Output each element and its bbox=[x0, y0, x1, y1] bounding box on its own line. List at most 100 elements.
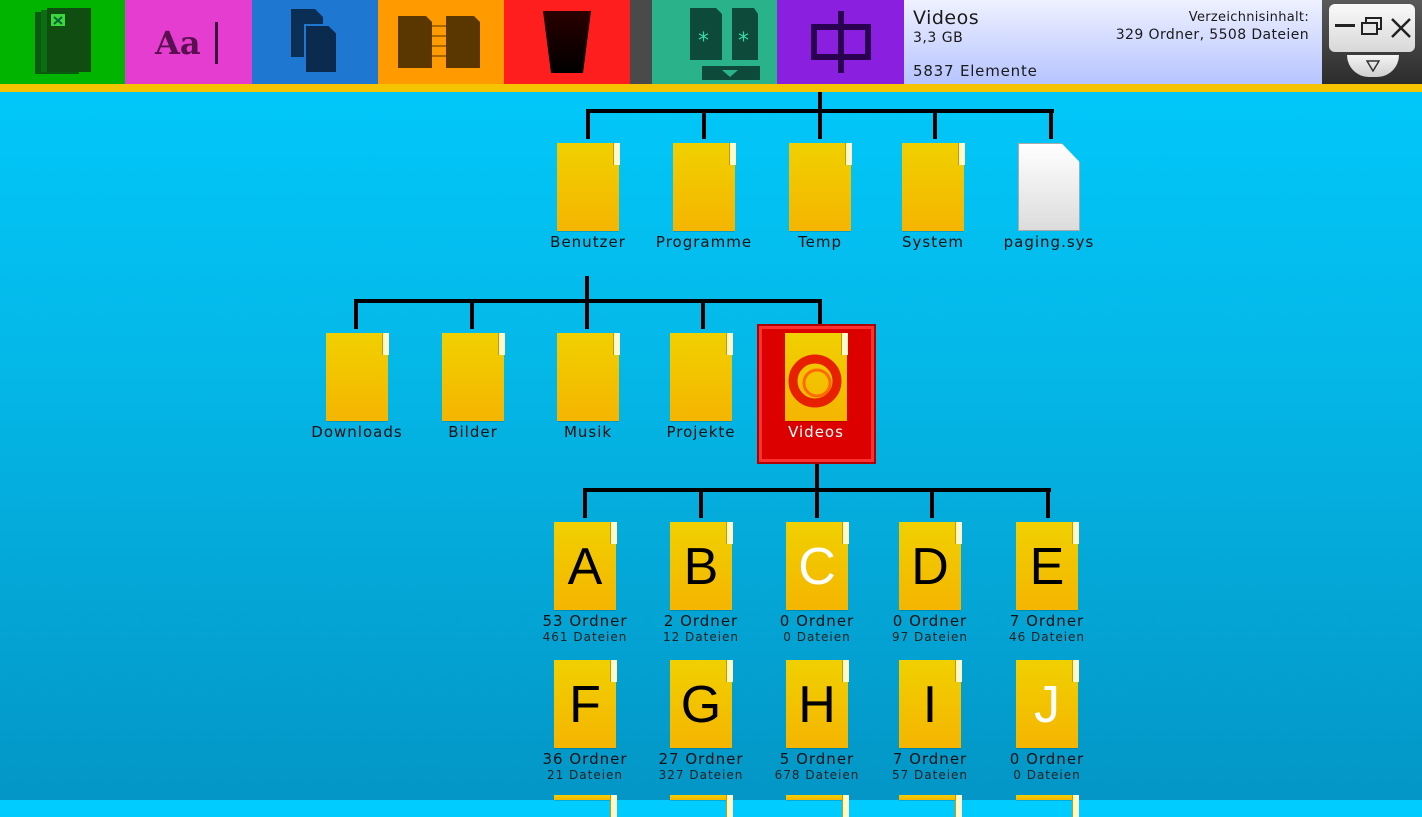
archive-icon: * * bbox=[689, 8, 760, 80]
compare-icon bbox=[398, 16, 480, 68]
close-icon bbox=[1391, 18, 1411, 38]
folder-letter: G bbox=[680, 676, 722, 734]
folder-count: 7 Ordner bbox=[892, 750, 968, 768]
folder-letter-d[interactable]: D 0 Ordner 97 Dateien bbox=[874, 522, 986, 644]
delete-button[interactable] bbox=[504, 0, 630, 84]
font-icon: Aa bbox=[154, 22, 218, 64]
svg-text:*: * bbox=[698, 29, 709, 54]
folder-letter: B bbox=[683, 538, 719, 596]
folder-bilder[interactable]: Bilder bbox=[417, 333, 529, 441]
folder-label: Bilder bbox=[448, 423, 498, 441]
folder-projekte[interactable]: Projekte bbox=[645, 333, 757, 441]
folder-letter-i[interactable]: I 7 Ordner 57 Dateien bbox=[874, 660, 986, 782]
folder-icon bbox=[670, 333, 733, 421]
folder-letter: E bbox=[1029, 538, 1065, 596]
folder-letter-c[interactable]: C 0 Ordner 0 Dateien bbox=[761, 522, 873, 644]
folder-label: Benutzer bbox=[550, 233, 626, 251]
folder-label: Projekte bbox=[666, 423, 736, 441]
folder-icon: I bbox=[899, 660, 962, 748]
file-count: 97 Dateien bbox=[891, 630, 969, 644]
chevron-down-icon bbox=[1366, 60, 1380, 72]
info-panel: Videos 3,3 GB 5837 Elemente Verzeichnisi… bbox=[904, 0, 1322, 84]
excel-button[interactable] bbox=[0, 0, 125, 84]
folder-letter-g[interactable]: G 27 Ordner 327 Dateien bbox=[645, 660, 757, 782]
window-controls bbox=[1322, 0, 1422, 84]
file-count: 0 Dateien bbox=[783, 630, 851, 644]
file-count: 12 Dateien bbox=[662, 630, 740, 644]
folder-label: Downloads bbox=[311, 423, 403, 441]
folder-count: 36 Ordner bbox=[542, 750, 628, 768]
file-count: 327 Dateien bbox=[658, 768, 744, 782]
folder-letter-f[interactable]: F 36 Ordner 21 Dateien bbox=[529, 660, 641, 782]
minimize-button[interactable] bbox=[1335, 24, 1355, 27]
folder-icon: A bbox=[554, 522, 617, 610]
file-paging-sys[interactable]: paging.sys bbox=[993, 143, 1105, 251]
folder-programme[interactable]: Programme bbox=[648, 143, 760, 251]
folder-label: Temp bbox=[798, 233, 842, 251]
folder-letter: F bbox=[569, 676, 601, 734]
folder-system[interactable]: System bbox=[877, 143, 989, 251]
folder-icon: D bbox=[899, 522, 962, 610]
folder-letter-b[interactable]: B 2 Ordner 12 Dateien bbox=[645, 522, 757, 644]
folder-letter: C bbox=[798, 538, 836, 596]
folder-icon: F bbox=[554, 660, 617, 748]
folder-letter: I bbox=[922, 676, 938, 734]
folder-letter-j[interactable]: J 0 Ordner 0 Dateien bbox=[991, 660, 1103, 782]
compare-button[interactable] bbox=[378, 0, 504, 84]
folder-benutzer[interactable]: Benutzer bbox=[532, 143, 644, 251]
folder-temp[interactable]: Temp bbox=[764, 143, 876, 251]
folder-label: Musik bbox=[563, 423, 613, 441]
folder-label: Videos bbox=[788, 423, 844, 441]
folder-icon: H bbox=[786, 660, 849, 748]
folder-icon[interactable] bbox=[899, 795, 962, 817]
file-label: paging.sys bbox=[1003, 233, 1095, 251]
folder-icon: J bbox=[1016, 660, 1079, 748]
excel-icon bbox=[34, 8, 91, 74]
dropdown-button[interactable] bbox=[1347, 55, 1399, 77]
toolbar-accent-line bbox=[0, 84, 1422, 92]
folder-count: 7 Ordner bbox=[1009, 612, 1085, 630]
folder-letter-h[interactable]: H 5 Ordner 678 Dateien bbox=[761, 660, 873, 782]
folder-icon bbox=[557, 333, 620, 421]
folder-count: 0 Ordner bbox=[1009, 750, 1085, 768]
file-count: 46 Dateien bbox=[1008, 630, 1086, 644]
folder-icon: C bbox=[786, 522, 849, 610]
folder-videos[interactable]: Videos bbox=[760, 333, 872, 441]
folder-icon[interactable] bbox=[670, 795, 733, 817]
tree-view-button[interactable] bbox=[777, 0, 904, 84]
archive-button[interactable]: * * bbox=[652, 0, 777, 84]
folder-letter-a[interactable]: A 53 Ordner 461 Dateien bbox=[529, 522, 641, 644]
folder-letter: H bbox=[798, 676, 836, 734]
info-title: Videos bbox=[913, 7, 980, 29]
close-button[interactable] bbox=[1390, 17, 1412, 43]
folder-downloads[interactable]: Downloads bbox=[301, 333, 413, 441]
folder-musik[interactable]: Musik bbox=[532, 333, 644, 441]
folder-icon[interactable] bbox=[1016, 795, 1079, 817]
folder-label: Programme bbox=[655, 233, 753, 251]
restore-icon bbox=[1361, 17, 1382, 35]
folder-count: 5 Ordner bbox=[779, 750, 855, 768]
folder-icon bbox=[789, 143, 852, 231]
file-count: 678 Dateien bbox=[774, 768, 860, 782]
font-button[interactable]: Aa bbox=[125, 0, 252, 84]
file-count: 57 Dateien bbox=[891, 768, 969, 782]
folder-icon[interactable] bbox=[786, 795, 849, 817]
info-contents-summary: 329 Ordner, 5508 Dateien bbox=[1115, 27, 1309, 43]
folder-count: 0 Ordner bbox=[779, 612, 855, 630]
video-icon bbox=[788, 354, 842, 408]
info-element-count: 5837 Elemente bbox=[913, 62, 1038, 80]
folder-icon bbox=[785, 333, 848, 421]
folder-letter: D bbox=[911, 538, 949, 596]
folder-icon: E bbox=[1016, 522, 1079, 610]
folder-icon[interactable] bbox=[554, 795, 617, 817]
folder-letter-e[interactable]: E 7 Ordner 46 Dateien bbox=[991, 522, 1103, 644]
copy-button[interactable] bbox=[252, 0, 378, 84]
folder-icon bbox=[442, 333, 505, 421]
trash-icon bbox=[543, 11, 591, 73]
restore-button[interactable] bbox=[1360, 16, 1384, 41]
folder-icon bbox=[557, 143, 620, 231]
folder-count: 53 Ordner bbox=[542, 612, 628, 630]
file-icon bbox=[1018, 143, 1080, 231]
svg-text:Aa: Aa bbox=[154, 24, 201, 62]
folder-icon: B bbox=[670, 522, 733, 610]
